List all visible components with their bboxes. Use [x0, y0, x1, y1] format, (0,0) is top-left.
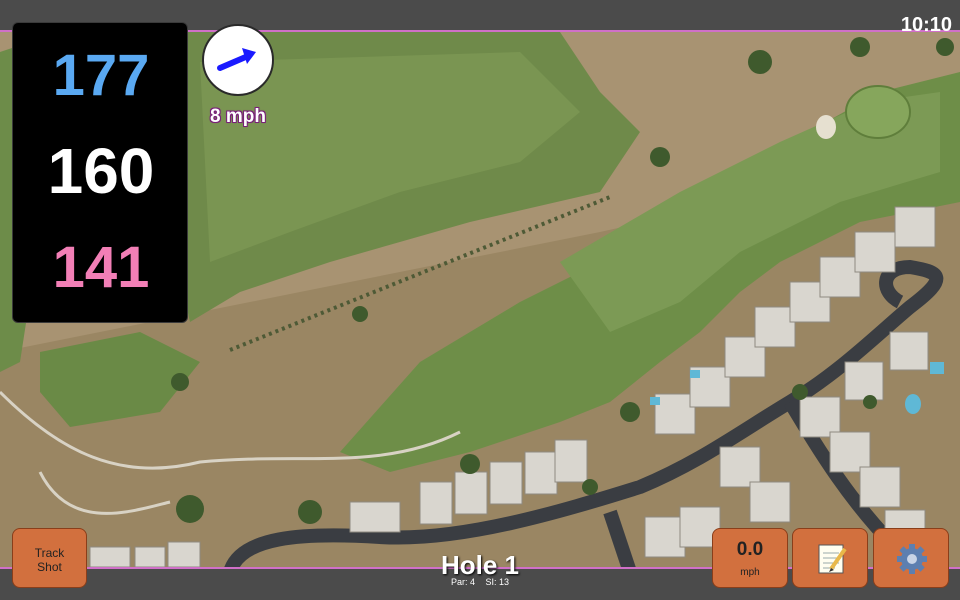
arrow-right-icon	[217, 48, 256, 71]
speed-value: 0.0	[736, 539, 764, 560]
gear-icon	[897, 544, 927, 574]
speed-unit: mph	[740, 567, 760, 578]
distance-middle: 160	[47, 135, 155, 207]
hole-stroke-index: SI: 13	[485, 577, 510, 587]
notes-button[interactable]	[792, 528, 868, 588]
track-shot-label-line2: Shot	[37, 560, 62, 574]
wind-speed: 8 mph	[210, 106, 266, 127]
hole-info: Par: 4 SI: 13	[420, 577, 540, 587]
distance-back: 177	[52, 43, 150, 108]
track-shot-button[interactable]: Track Shot	[12, 528, 87, 588]
distance-front: 141	[52, 235, 150, 300]
hole-par: Par: 4	[450, 577, 475, 587]
clock: 10:10	[900, 14, 952, 36]
settings-button[interactable]	[873, 528, 949, 588]
speed-button[interactable]: 0.0 mph	[712, 528, 788, 588]
distance-panel: 177 160 141	[12, 22, 188, 323]
track-shot-label-line1: Track	[34, 546, 65, 560]
notepad-icon	[818, 544, 847, 574]
wind-indicator	[202, 24, 274, 96]
